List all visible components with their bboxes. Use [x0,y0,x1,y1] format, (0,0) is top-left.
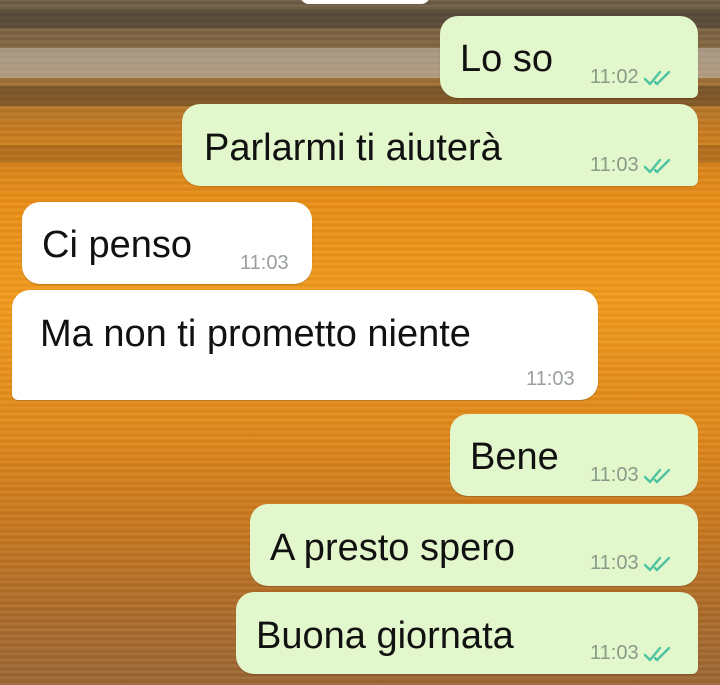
message-text: Buona giornata [256,615,514,657]
message-meta: 11:03 [526,368,575,391]
message-bubble-incoming[interactable]: Ma non ti prometto niente 11:03 [12,290,598,400]
message-meta: 11:03 [240,252,289,275]
message-bubble-outgoing[interactable]: Lo so 11:02 [440,16,698,98]
message-time: 11:03 [240,252,289,274]
message-meta: 11:03 [590,642,675,665]
previous-message-bubble [300,0,430,4]
message-bubble-outgoing[interactable]: Buona giornata 11:03 [236,592,698,674]
message-bubble-outgoing[interactable]: Bene 11:03 [450,414,698,496]
message-time: 11:02 [590,66,639,88]
message-bubble-outgoing[interactable]: Parlarmi ti aiuterà 11:03 [182,104,698,186]
double-check-icon [643,646,670,661]
message-bubble-incoming[interactable]: Ci penso 11:03 [22,202,312,284]
double-check-icon [643,556,670,571]
message-meta: 11:02 [590,66,675,89]
message-time: 11:03 [590,642,639,664]
message-time: 11:03 [590,154,639,176]
message-time: 11:03 [526,368,575,390]
message-text: A presto spero [270,527,516,569]
double-check-icon [643,158,670,173]
message-text: Parlarmi ti aiuterà [204,127,502,169]
message-bubble-outgoing[interactable]: A presto spero 11:03 [250,504,698,586]
message-text: Bene [470,436,559,478]
message-meta: 11:03 [590,154,675,177]
message-text: Ma non ti prometto niente [40,313,471,355]
double-check-icon [643,70,670,85]
message-text: Ci penso [42,224,192,266]
message-time: 11:03 [590,464,639,486]
message-time: 11:03 [590,552,639,574]
message-meta: 11:03 [590,552,675,575]
double-check-icon [643,468,670,483]
message-meta: 11:03 [590,464,675,487]
message-text: Lo so [460,38,553,80]
